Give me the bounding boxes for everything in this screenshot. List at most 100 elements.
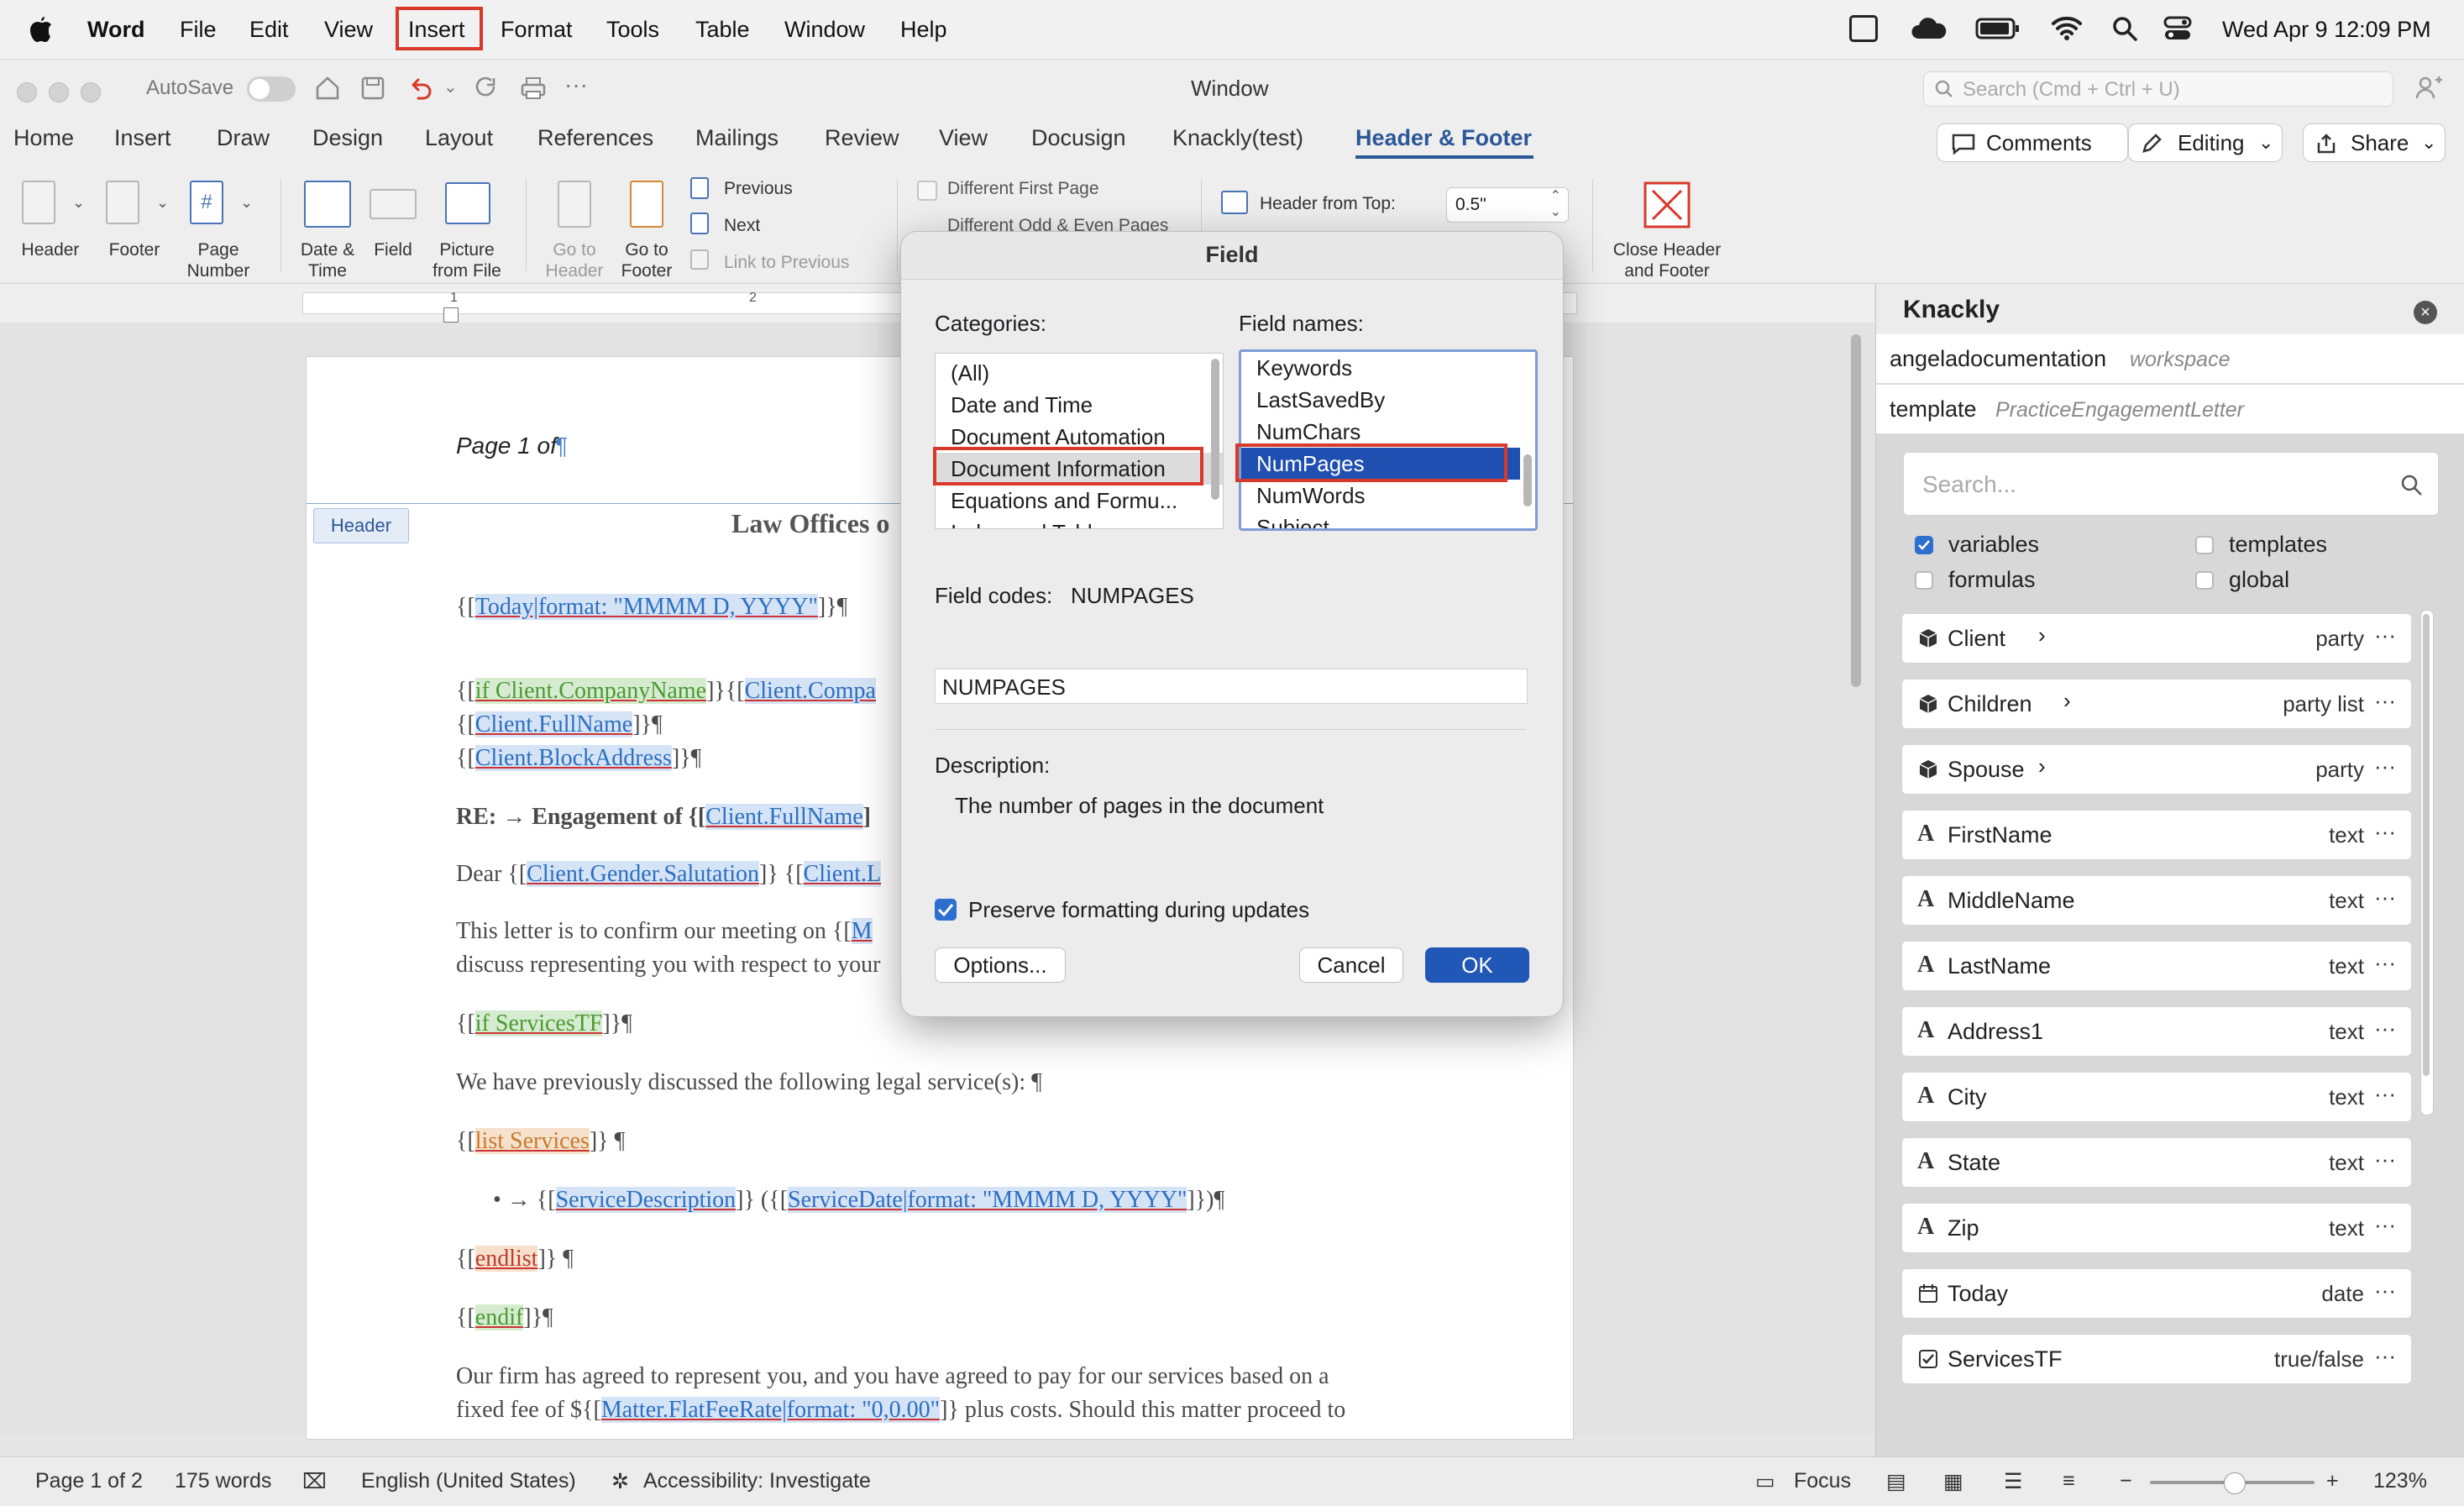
knackly-variable-row[interactable]: Client › party ··· bbox=[1901, 613, 2412, 664]
share-button[interactable]: Share ⌄ bbox=[2303, 123, 2446, 162]
more-options-icon[interactable]: ··· bbox=[2374, 753, 2396, 779]
chevron-right-icon[interactable]: › bbox=[2038, 753, 2046, 779]
more-options-icon[interactable]: ··· bbox=[2374, 688, 2396, 714]
tab-review[interactable]: Review bbox=[825, 125, 899, 151]
web-layout-icon[interactable]: ▦ bbox=[1943, 1469, 1963, 1494]
doc-line-list[interactable]: {[list Services]} ¶ bbox=[456, 1128, 625, 1155]
picture-button-label[interactable]: Picture from File bbox=[425, 239, 509, 281]
more-options-icon[interactable]: ··· bbox=[2374, 950, 2396, 976]
field-name-item[interactable]: LastSavedBy bbox=[1241, 384, 1520, 416]
header-icon[interactable] bbox=[22, 181, 55, 224]
search-icon[interactable] bbox=[2399, 473, 2423, 496]
doc-line-endif[interactable]: {[endif]}¶ bbox=[456, 1304, 553, 1331]
proofing-icon[interactable]: ⌧ bbox=[302, 1469, 327, 1494]
menu-tools[interactable]: Tools bbox=[606, 15, 659, 44]
control-center-icon[interactable] bbox=[2163, 15, 2192, 42]
doc-line-previously[interactable]: We have previously discussed the followi… bbox=[456, 1069, 1042, 1096]
category-item[interactable]: Index and Tables bbox=[936, 517, 1223, 528]
variables-label[interactable]: variables bbox=[1948, 532, 2039, 558]
doc-line-endlist[interactable]: {[endlist]} ¶ bbox=[456, 1246, 574, 1272]
menu-format[interactable]: Format bbox=[501, 15, 573, 44]
picture-icon[interactable] bbox=[445, 182, 490, 224]
next-label[interactable]: Next bbox=[724, 216, 760, 236]
doc-line-fee[interactable]: fixed fee of ${[Matter.FlatFeeRate|forma… bbox=[456, 1397, 1345, 1424]
menu-edit[interactable]: Edit bbox=[249, 15, 289, 44]
more-options-icon[interactable]: ··· bbox=[2374, 1015, 2396, 1042]
knackly-variable-row[interactable]: A City text ··· bbox=[1901, 1072, 2412, 1122]
more-options-icon[interactable]: ··· bbox=[2374, 622, 2396, 648]
doc-line-dear[interactable]: Dear {[Client.Gender.Salutation]} {[Clie… bbox=[456, 861, 882, 888]
next-icon[interactable] bbox=[690, 213, 709, 234]
menu-file[interactable]: File bbox=[180, 15, 217, 44]
doc-line-fullname[interactable]: {[Client.FullName]}¶ bbox=[456, 711, 663, 738]
doc-line-address[interactable]: {[Client.BlockAddress]}¶ bbox=[456, 745, 701, 772]
doc-line-date[interactable]: {[Today|format: "MMMM D, YYYY"]}¶ bbox=[456, 594, 847, 621]
more-options-icon[interactable]: ··· bbox=[2374, 884, 2396, 910]
redo-icon[interactable] bbox=[472, 75, 499, 102]
zoom-in-icon[interactable]: + bbox=[2326, 1469, 2339, 1493]
cloud-icon[interactable] bbox=[1910, 15, 1948, 44]
global-checkbox[interactable] bbox=[2195, 571, 2214, 590]
tab-view[interactable]: View bbox=[939, 125, 988, 151]
close-header-footer-icon[interactable] bbox=[1643, 181, 1691, 229]
preserve-formatting-checkbox[interactable] bbox=[935, 899, 957, 921]
draft-icon[interactable]: ≡ bbox=[2063, 1469, 2075, 1493]
field-names-scrollbar[interactable] bbox=[1523, 454, 1532, 506]
cancel-button[interactable]: Cancel bbox=[1299, 947, 1403, 983]
menu-help[interactable]: Help bbox=[900, 15, 947, 44]
doc-line-letter1[interactable]: This letter is to confirm our meeting on… bbox=[456, 918, 873, 945]
category-item[interactable]: (All) bbox=[936, 357, 1223, 389]
window-zoom-dot[interactable] bbox=[81, 82, 101, 102]
tab-home[interactable]: Home bbox=[13, 125, 74, 151]
wifi-icon[interactable] bbox=[2051, 15, 2083, 40]
word-count[interactable]: 175 words bbox=[175, 1469, 271, 1493]
knackly-variable-row[interactable]: Today date ··· bbox=[1901, 1268, 2412, 1319]
tab-knackly[interactable]: Knackly(test) bbox=[1172, 125, 1303, 151]
templates-checkbox[interactable] bbox=[2195, 536, 2214, 554]
save-icon[interactable] bbox=[359, 75, 386, 102]
field-button-label[interactable]: Field bbox=[359, 239, 427, 260]
categories-list[interactable]: (All) Date and Time Document Automation Doc… bbox=[935, 353, 1224, 529]
doc-title[interactable]: Law Offices o bbox=[731, 508, 889, 539]
tab-references[interactable]: References bbox=[537, 125, 653, 151]
zoom-slider-thumb[interactable] bbox=[2224, 1472, 2246, 1494]
go-to-header-label[interactable]: Go to Header bbox=[541, 239, 608, 281]
chevron-down-icon[interactable]: ⌄ bbox=[72, 194, 85, 212]
knackly-variable-row[interactable]: A FirstName text ··· bbox=[1901, 810, 2412, 860]
more-icon[interactable]: ··· bbox=[564, 71, 588, 98]
page-number-icon[interactable]: # bbox=[190, 181, 223, 224]
print-icon[interactable] bbox=[519, 75, 548, 102]
footer-icon[interactable] bbox=[106, 181, 139, 224]
date-time-button-label[interactable]: Date & Time bbox=[289, 239, 366, 281]
calendar-clock-icon[interactable] bbox=[304, 181, 351, 228]
doc-scrollbar[interactable] bbox=[1851, 334, 1861, 687]
knackly-variable-row[interactable]: A Zip text ··· bbox=[1901, 1203, 2412, 1253]
category-item[interactable]: Equations and Formu... bbox=[936, 485, 1223, 517]
preserve-formatting-label[interactable]: Preserve formatting during updates bbox=[968, 897, 1309, 923]
tab-header-footer[interactable]: Header & Footer bbox=[1355, 125, 1532, 151]
go-to-footer-icon[interactable] bbox=[630, 181, 663, 228]
go-to-header-icon[interactable] bbox=[558, 181, 591, 228]
language[interactable]: English (United States) bbox=[361, 1469, 576, 1493]
knackly-variable-row[interactable]: Children › party list ··· bbox=[1901, 679, 2412, 729]
link-icon[interactable] bbox=[690, 249, 709, 270]
header-button-label[interactable]: Header bbox=[12, 239, 89, 260]
battery-icon[interactable] bbox=[1975, 17, 2021, 40]
options-button[interactable]: Options... bbox=[935, 947, 1066, 983]
more-options-icon[interactable]: ··· bbox=[2374, 1343, 2396, 1369]
categories-scrollbar[interactable] bbox=[1211, 359, 1219, 500]
home-icon[interactable] bbox=[314, 75, 341, 102]
doc-line-company[interactable]: {[if Client.CompanyName]}{[Client.Compa bbox=[456, 678, 876, 705]
knackly-variable-row[interactable]: A LastName text ··· bbox=[1901, 941, 2412, 991]
field-names-list[interactable]: Keywords LastSavedBy NumChars NumPages NumWo… bbox=[1239, 349, 1538, 531]
app-name[interactable]: Word bbox=[87, 15, 145, 44]
tab-insert[interactable]: Insert bbox=[114, 125, 171, 151]
chevron-down-icon[interactable]: ⌄ bbox=[156, 194, 169, 212]
undo-dropdown-icon[interactable]: ⌄ bbox=[443, 76, 458, 97]
field-name-item[interactable]: Subject bbox=[1241, 512, 1520, 528]
category-item[interactable]: Date and Time bbox=[936, 389, 1223, 421]
page-count[interactable]: Page 1 of 2 bbox=[35, 1469, 143, 1493]
knackly-variable-row[interactable]: Spouse › party ··· bbox=[1901, 744, 2412, 795]
more-options-icon[interactable]: ··· bbox=[2374, 819, 2396, 845]
doc-line-firm[interactable]: Our firm has agreed to represent you, an… bbox=[456, 1363, 1329, 1390]
